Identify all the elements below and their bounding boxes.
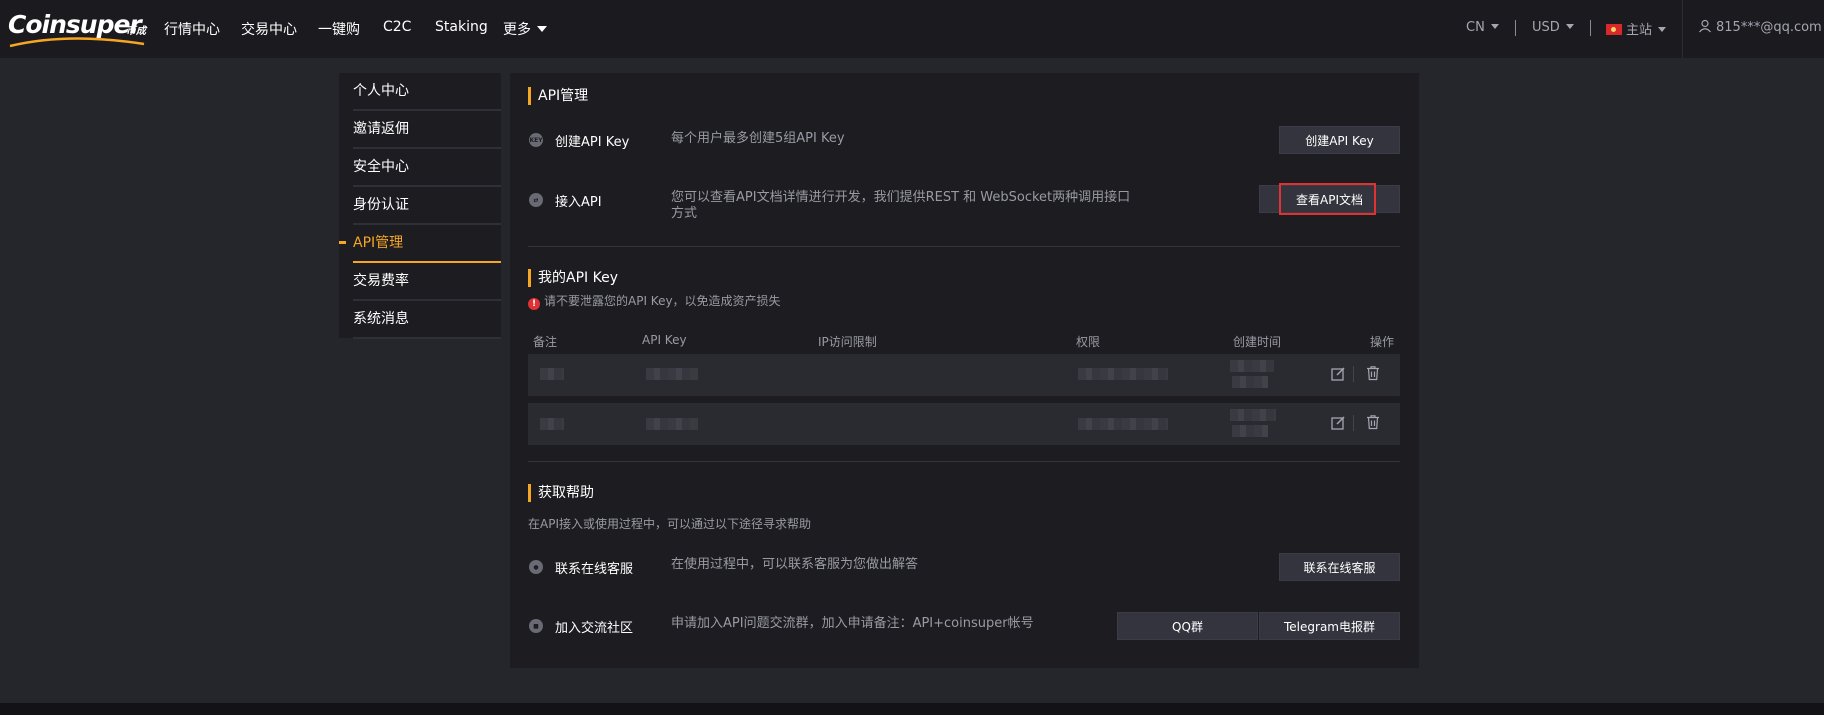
sidebar-item-label: 个人中心 (353, 83, 409, 99)
create-api-key-button[interactable]: 创建API Key (1279, 126, 1400, 154)
community-icon: ■ (529, 619, 543, 633)
divider (1590, 20, 1591, 36)
trash-icon[interactable] (1365, 414, 1381, 430)
col-header-permissions: 权限 (1076, 335, 1101, 349)
footer-strip (0, 703, 1824, 715)
redacted-created-time (1232, 376, 1268, 388)
sidebar-item-label: 交易费率 (353, 273, 409, 289)
online-support-desc: 在使用过程中，可以联系客服为您做出解答 (671, 557, 919, 572)
nav-trade-center[interactable]: 交易中心 (241, 19, 297, 39)
sidebar-item-label: 邀请返佣 (353, 121, 409, 137)
top-nav-bar: Coinsuper 币成 行情中心 交易中心 一键购 C2C Staking 更… (0, 0, 1824, 58)
col-header-actions: 操作 (1370, 335, 1395, 349)
user-account-menu[interactable]: 815***@qq.com (1698, 19, 1822, 35)
section-title-my-api-keys: 我的API Key (528, 269, 618, 287)
currency-label: USD (1532, 20, 1560, 35)
section-title-api-management: API管理 (528, 87, 588, 105)
highlight-box (1279, 183, 1376, 215)
sidebar-item-personal-center[interactable]: 个人中心 (353, 73, 501, 111)
nav-more[interactable]: 更多 (503, 19, 547, 39)
redacted-note (540, 418, 564, 430)
divider (528, 246, 1400, 247)
sidebar-item-invite-rebate[interactable]: 邀请返佣 (353, 111, 501, 149)
edit-icon[interactable] (1330, 415, 1346, 431)
join-community-label: 加入交流社区 (555, 621, 634, 636)
redacted-created-time (1230, 409, 1276, 421)
access-api-desc: 您可以查看API文档详情进行开发，我们提供REST 和 WebSocket两种调… (671, 190, 1131, 221)
divider (1353, 366, 1354, 382)
divider (1682, 0, 1683, 58)
edit-icon[interactable] (1330, 366, 1346, 382)
divider (1353, 415, 1354, 431)
link-icon: ⇄ (529, 193, 543, 207)
site-label: 主站 (1626, 23, 1653, 38)
sidebar-item-label: 安全中心 (353, 159, 409, 175)
site-selector[interactable]: 主站 (1606, 19, 1667, 38)
sidebar-item-trading-fees[interactable]: 交易费率 (353, 263, 501, 301)
sidebar-item-label: 系统消息 (353, 311, 409, 327)
key-icon: KEY (529, 133, 543, 147)
table-row (528, 403, 1400, 445)
chevron-down-icon (537, 26, 547, 32)
warning-message: ! 请不要泄露您的API Key，以免造成资产损失 (528, 292, 781, 310)
sidebar-item-identity-verification[interactable]: 身份认证 (353, 187, 501, 225)
col-header-ip-restriction: IP访问限制 (818, 335, 877, 349)
language-selector[interactable]: CN (1466, 20, 1499, 35)
sidebar-item-label: API管理 (353, 235, 404, 251)
col-header-note: 备注 (533, 335, 558, 349)
chevron-down-icon (1658, 27, 1667, 32)
customer-service-icon: ● (529, 560, 543, 574)
redacted-permissions (1078, 368, 1168, 380)
redacted-api-key (646, 368, 698, 380)
sidebar-item-security-center[interactable]: 安全中心 (353, 149, 501, 187)
sidebar-item-system-messages[interactable]: 系统消息 (353, 301, 501, 339)
nav-quick-buy[interactable]: 一键购 (318, 19, 360, 39)
divider (528, 461, 1400, 462)
col-header-created-time: 创建时间 (1233, 335, 1282, 349)
telegram-group-button[interactable]: Telegram电报群 (1259, 612, 1400, 640)
contact-support-button[interactable]: 联系在线客服 (1279, 553, 1400, 581)
warning-text: 请不要泄露您的API Key，以免造成资产损失 (544, 294, 781, 308)
table-row (528, 354, 1400, 396)
user-email: 815***@qq.com (1716, 20, 1822, 35)
create-api-key-label: 创建API Key (555, 135, 630, 150)
access-api-label: 接入API (555, 195, 602, 210)
active-indicator (339, 241, 346, 244)
redacted-permissions (1078, 418, 1168, 430)
logo-swoosh-icon (9, 37, 145, 48)
chevron-down-icon (1565, 24, 1574, 29)
chevron-down-icon (1490, 24, 1499, 29)
create-api-key-desc: 每个用户最多创建5组API Key (671, 131, 845, 146)
user-icon (1699, 19, 1711, 33)
online-support-label: 联系在线客服 (555, 562, 634, 577)
api-management-panel: API管理 KEY 创建API Key 每个用户最多创建5组API Key 创建… (510, 73, 1419, 668)
redacted-api-key (646, 418, 698, 430)
qq-group-button[interactable]: QQ群 (1117, 612, 1258, 640)
help-description: 在API接入或使用过程中，可以通过以下途径寻求帮助 (528, 517, 811, 531)
nav-staking[interactable]: Staking (435, 19, 488, 35)
sidebar-item-api-management[interactable]: API管理 (339, 225, 501, 263)
nav-c2c[interactable]: C2C (383, 19, 411, 35)
join-community-desc: 申请加入API问题交流群，加入申请备注：API+coinsuper帐号 (671, 616, 1034, 631)
redacted-created-time (1232, 425, 1268, 437)
coinsuper-logo[interactable]: Coinsuper 币成 (8, 10, 148, 48)
account-sidebar: 个人中心 邀请返佣 安全中心 身份认证 API管理 交易费率 系统消息 (339, 73, 501, 339)
nav-market-center[interactable]: 行情中心 (164, 19, 220, 39)
redacted-note (540, 368, 564, 380)
divider (1515, 20, 1516, 36)
currency-selector[interactable]: USD (1532, 20, 1574, 35)
language-label: CN (1466, 20, 1485, 35)
nav-more-label: 更多 (503, 22, 531, 38)
hk-flag-icon (1606, 24, 1622, 35)
trash-icon[interactable] (1365, 365, 1381, 381)
redacted-created-time (1230, 360, 1274, 372)
sidebar-item-label: 身份认证 (353, 197, 409, 213)
col-header-api-key: API Key (642, 333, 687, 347)
section-title-get-help: 获取帮助 (528, 484, 594, 502)
alert-icon: ! (528, 298, 540, 310)
